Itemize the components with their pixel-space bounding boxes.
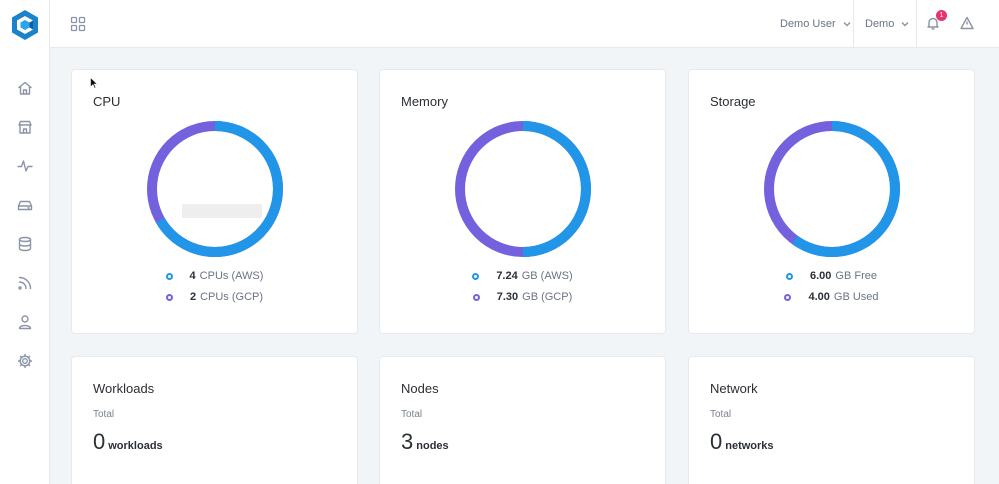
app-grid-button[interactable] [70,16,86,32]
legend-item: 6.00 GB Free [689,270,974,282]
legend-value: 4.00 [808,291,830,303]
storage-card: Storage 6.00 GB Free 4.00 GB Used [688,69,975,334]
card-title: Memory [401,94,448,109]
warning-icon [960,16,974,30]
activity-icon [17,160,33,172]
legend-value: 4 [189,270,196,282]
alerts-button[interactable] [960,16,976,32]
nav-users[interactable] [13,310,37,334]
user-icon [18,315,32,330]
count-value: 0 [710,429,723,454]
nav-database[interactable] [13,232,37,256]
cpu-donut-chart [147,121,283,257]
workloads-count: 0 workloads [93,429,163,455]
card-title: Nodes [401,381,439,396]
nav-feeds[interactable] [13,271,37,295]
legend-item: 4.00 GB Used [689,291,974,303]
rss-icon [18,276,32,290]
project-menu-label: Demo [865,18,895,30]
network-count: 0 networks [710,429,774,455]
legend-label: CPUs (AWS) [199,270,264,282]
count-unit: networks [725,440,774,452]
legend-item: 2 CPUs (GCP) [72,291,357,303]
project-menu[interactable]: Demo [865,0,909,48]
nav-activity[interactable] [13,154,37,178]
settings-icon [17,353,33,369]
top-bar: Demo User Demo 1 [50,0,999,48]
legend-dot [472,272,480,280]
storage-donut-chart [764,121,900,257]
tooltip-placeholder [182,204,262,218]
count-unit: nodes [416,440,449,452]
mouse-cursor-icon [90,77,98,89]
card-subtitle: Total [710,409,732,420]
card-title: CPU [93,94,121,109]
nav-store[interactable] [13,115,37,139]
legend-dot [784,293,792,301]
legend-value: 6.00 [810,270,832,282]
cpu-card: CPU 4 CPUs (AWS) 2 CPUs (GCP) [71,69,358,334]
legend-dot [165,293,173,301]
nav-drives[interactable] [13,193,37,217]
database-icon [18,236,32,252]
drive-icon [17,200,33,211]
legend-dot [472,293,480,301]
legend-item: 7.24 GB (AWS) [380,270,665,282]
legend-label: GB (GCP) [522,291,573,303]
memory-card: Memory 7.24 GB (AWS) 7.30 GB (GCP) [379,69,666,334]
chevron-down-icon [843,20,851,28]
home-icon [18,81,32,95]
divider [916,0,917,48]
memory-donut-chart [455,121,591,257]
sidebar [0,0,50,484]
count-unit: workloads [108,440,163,452]
legend-value: 2 [189,291,197,303]
legend-value: 7.30 [496,291,519,303]
card-subtitle: Total [93,409,115,420]
divider [853,0,854,48]
card-title: Storage [710,94,756,109]
legend-item: 7.30 GB (GCP) [380,291,665,303]
nodes-count: 3 nodes [401,429,449,455]
legend-label: CPUs (GCP) [200,291,264,303]
card-title: Workloads [93,381,155,396]
nav-settings[interactable] [13,349,37,373]
legend-label: GB (AWS) [521,270,573,282]
legend-dot [786,272,793,280]
nodes-card: Nodes Total 3 nodes [379,356,666,484]
app-logo[interactable] [10,9,40,41]
grid-icon [70,16,86,32]
store-icon [18,120,32,134]
legend-dot [165,272,173,280]
nav-home[interactable] [13,76,37,100]
workloads-card: Workloads Total 0 workloads [71,356,358,484]
legend-label: GB Free [835,270,877,282]
user-menu-label: Demo User [780,18,836,30]
card-title: Network [710,381,758,396]
count-value: 0 [93,429,106,454]
chevron-down-icon [901,20,909,28]
legend-value: 7.24 [496,270,518,282]
card-subtitle: Total [401,409,423,420]
user-menu[interactable]: Demo User [780,0,851,48]
legend-label: GB Used [833,291,879,303]
count-value: 3 [401,429,414,454]
notification-badge: 1 [936,10,947,21]
legend-item: 4 CPUs (AWS) [72,270,357,282]
network-card: Network Total 0 networks [688,356,975,484]
